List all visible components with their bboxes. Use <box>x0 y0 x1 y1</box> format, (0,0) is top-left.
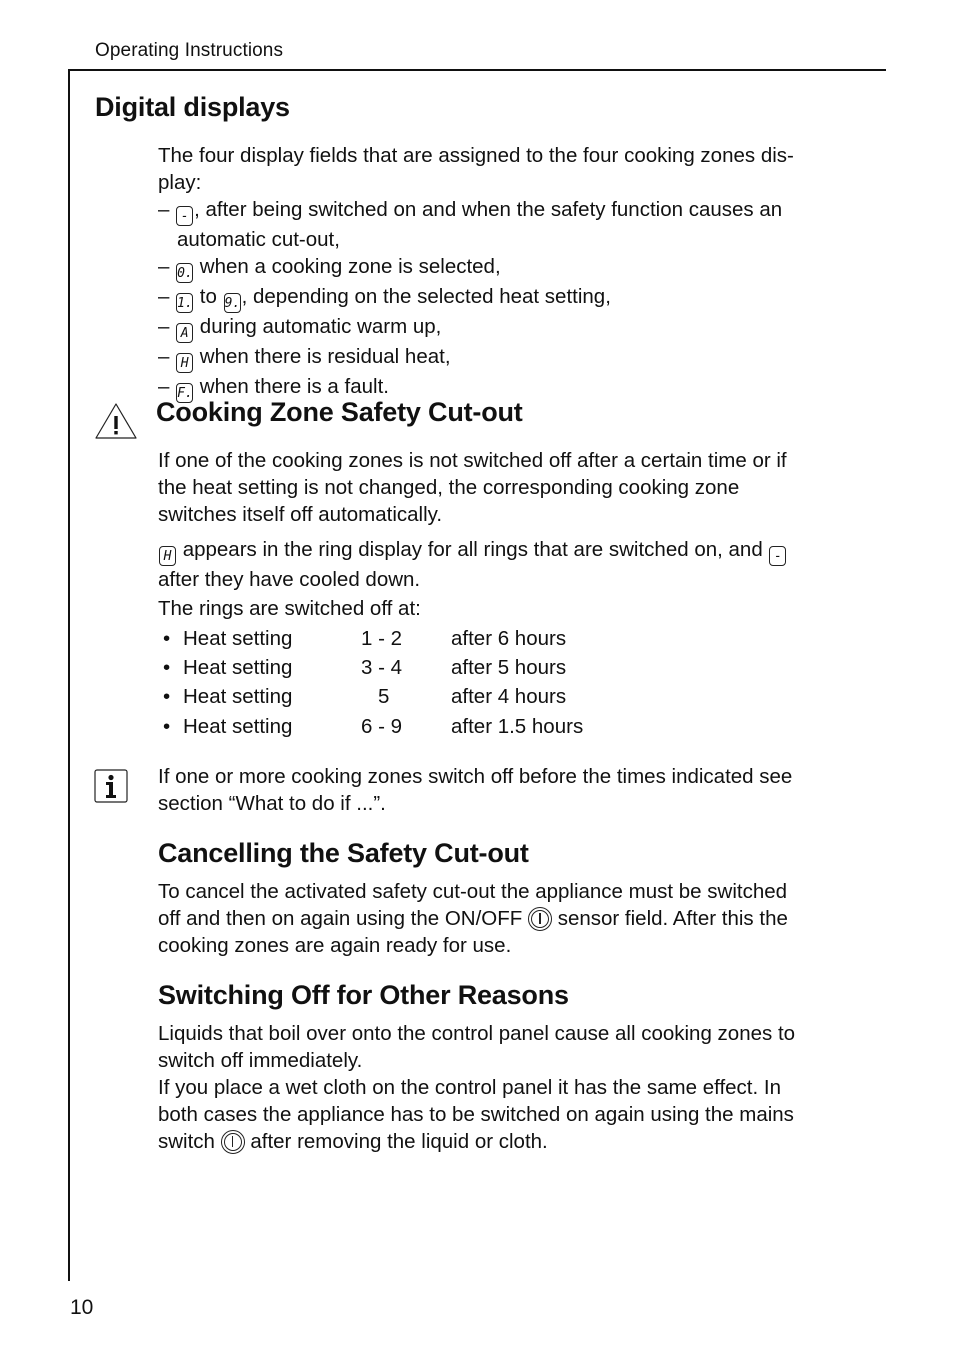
display-dash-icon: - <box>769 546 787 566</box>
list-item: – 0. when a cooking zone is selected, <box>158 255 501 283</box>
section-title-safety-cutout: Cooking Zone Safety Cut-out <box>156 397 523 427</box>
display-h-icon: H <box>159 546 176 566</box>
section-title-cancelling: Cancelling the Safety Cut-out <box>158 838 529 868</box>
list-item: – A during automatic warm up, <box>158 315 442 343</box>
display-a-icon: A <box>176 323 194 343</box>
power-icon <box>220 1130 245 1154</box>
display-one-icon: 1. <box>176 293 194 313</box>
section-title-other-reasons: Switching Off for Other Reasons <box>158 980 569 1010</box>
rings-off-intro: The rings are switched off at: <box>158 597 421 620</box>
intro-line-2: play: <box>158 171 202 194</box>
running-head: Operating Instructions <box>95 40 284 61</box>
page-number: 10 <box>70 1296 94 1319</box>
warning-triangle-icon <box>95 403 137 439</box>
power-icon <box>528 907 552 931</box>
display-zero-icon: 0. <box>176 263 194 283</box>
info-icon <box>94 769 128 803</box>
info-note: If one or more cooking zones switch off … <box>158 765 793 815</box>
cancelling-body: To cancel the activated safety cut-out t… <box>158 880 788 957</box>
list-item: – -, after being switched on and when th… <box>158 198 783 226</box>
display-dash-icon: - <box>176 206 194 226</box>
margin-rule <box>68 69 70 1281</box>
display-symbol-list: – -, after being switched on and when th… <box>158 196 782 403</box>
safety-cutout-paragraph-2: H appears in the ring display for all ri… <box>158 536 787 593</box>
section-title-digital-displays: Digital displays <box>95 92 290 122</box>
header-rule <box>68 69 886 71</box>
intro-line-1: The four display fields that are assigne… <box>158 144 794 167</box>
digital-displays-body: The four display fields that are assigne… <box>158 142 794 196</box>
list-item-continuation: automatic cut-out, <box>177 228 340 251</box>
list-item: – H when there is residual heat, <box>158 345 451 373</box>
safety-cutout-paragraph-1: If one of the cooking zones is not switc… <box>158 449 787 526</box>
list-item: – 1. to 9., depending on the selected he… <box>158 285 611 313</box>
other-reasons-body: Liquids that boil over onto the control … <box>158 1022 796 1154</box>
display-h-icon: H <box>176 353 194 373</box>
display-nine-icon: 9. <box>223 293 241 313</box>
